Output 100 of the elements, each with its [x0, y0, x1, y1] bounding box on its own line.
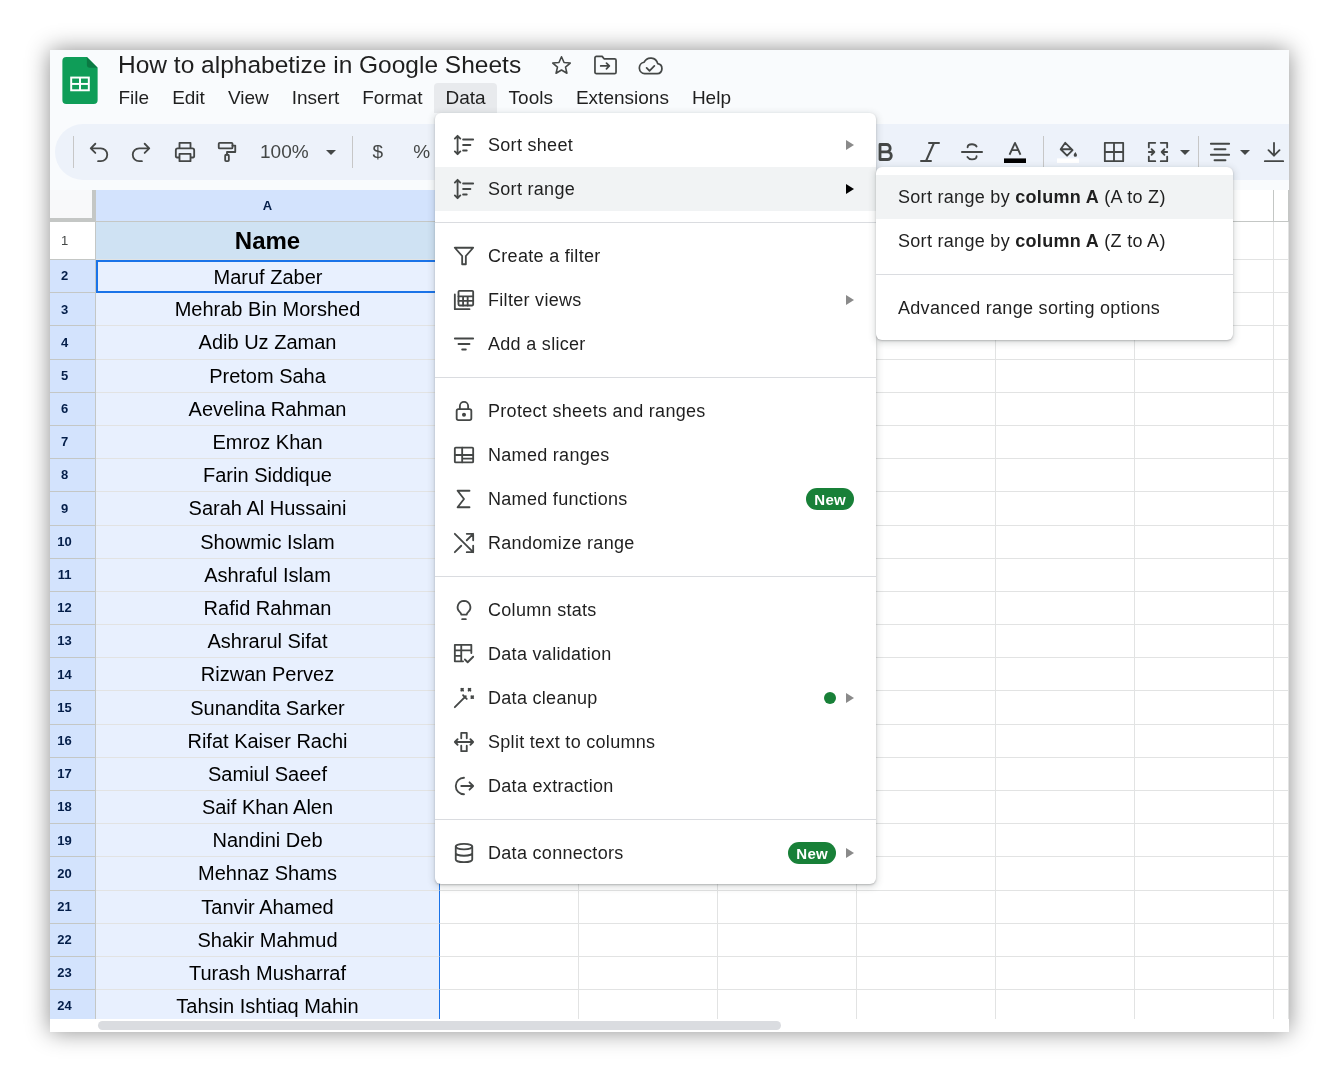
table-cell[interactable]	[996, 558, 1135, 592]
table-cell[interactable]	[1274, 724, 1289, 758]
table-cell[interactable]	[1274, 625, 1289, 659]
table-cell[interactable]	[718, 890, 857, 924]
table-cell[interactable]	[1274, 525, 1289, 559]
table-cell[interactable]	[996, 824, 1135, 858]
menu-item[interactable]: Randomize range	[435, 521, 876, 565]
table-cell[interactable]	[1274, 591, 1289, 626]
menu-bar-item[interactable]: File	[107, 83, 161, 113]
row-header[interactable]: 8	[50, 459, 96, 493]
table-cell[interactable]	[996, 459, 1135, 493]
table-cell[interactable]	[440, 923, 579, 957]
row-header[interactable]: 4	[50, 326, 96, 360]
table-cell[interactable]	[718, 923, 857, 957]
table-cell[interactable]	[996, 392, 1135, 426]
table-cell[interactable]	[996, 525, 1135, 559]
menu-item[interactable]: Advanced range sorting options	[876, 286, 1233, 330]
table-cell[interactable]	[440, 890, 579, 924]
row-header[interactable]: 18	[50, 791, 96, 825]
table-cell[interactable]	[857, 956, 996, 991]
menu-bar-item[interactable]: Help	[680, 83, 743, 113]
align-bottom-icon[interactable]	[1263, 141, 1286, 163]
table-cell[interactable]	[1135, 392, 1274, 426]
row-header[interactable]: 12	[50, 591, 96, 626]
row-header[interactable]: 13	[50, 625, 96, 659]
table-cell[interactable]	[1135, 359, 1274, 393]
table-cell[interactable]	[1135, 658, 1274, 692]
undo-icon[interactable]	[88, 141, 110, 163]
row-header[interactable]: 7	[50, 425, 96, 460]
menu-item[interactable]: Protect sheets and ranges	[435, 389, 876, 433]
table-cell[interactable]	[1135, 425, 1274, 460]
spreadsheet-logo-icon[interactable]	[62, 57, 98, 104]
table-cell[interactable]	[857, 890, 996, 924]
table-cell[interactable]	[1274, 757, 1289, 791]
table-cell[interactable]	[440, 956, 579, 991]
menu-item[interactable]: Sort range	[435, 167, 876, 211]
row-header[interactable]: 21	[50, 890, 96, 924]
row-header[interactable]: 2	[50, 260, 96, 294]
table-cell[interactable]	[579, 956, 718, 991]
table-cell[interactable]	[1274, 890, 1289, 924]
italic-icon[interactable]	[920, 142, 941, 162]
row-header[interactable]: 15	[50, 691, 96, 725]
table-cell[interactable]	[718, 956, 857, 991]
table-cell[interactable]	[996, 658, 1135, 692]
align-center-icon[interactable]	[1209, 141, 1232, 163]
zoom-dropdown[interactable]: 100%	[260, 137, 336, 167]
table-cell[interactable]	[1135, 791, 1274, 825]
document-title[interactable]: How to alphabetize in Google Sheets	[107, 50, 522, 80]
table-cell[interactable]	[1274, 425, 1289, 460]
table-cell[interactable]	[1274, 691, 1289, 725]
table-cell[interactable]	[1274, 293, 1289, 327]
star-icon[interactable]	[551, 54, 573, 76]
table-cell[interactable]	[1135, 591, 1274, 626]
cloud-check-icon[interactable]	[638, 55, 664, 75]
row-header[interactable]: 23	[50, 956, 96, 991]
table-cell[interactable]	[996, 492, 1135, 526]
table-cell[interactable]	[996, 890, 1135, 924]
caret-down-icon[interactable]	[1180, 149, 1191, 155]
table-cell[interactable]	[1274, 558, 1289, 592]
menu-bar-item[interactable]: Extensions	[564, 83, 681, 113]
table-cell[interactable]	[996, 425, 1135, 460]
table-cell[interactable]	[996, 757, 1135, 791]
menu-bar-item[interactable]: Edit	[160, 83, 217, 113]
table-cell[interactable]	[1135, 890, 1274, 924]
table-cell[interactable]	[1274, 956, 1289, 991]
menu-item[interactable]: Named ranges	[435, 433, 876, 477]
redo-icon[interactable]	[130, 141, 152, 163]
row-header[interactable]: 19	[50, 824, 96, 858]
table-cell[interactable]	[1274, 260, 1289, 294]
menu-bar-item[interactable]: Insert	[280, 83, 351, 113]
caret-down-icon[interactable]	[325, 149, 336, 155]
row-header[interactable]: 6	[50, 392, 96, 426]
table-cell[interactable]	[1135, 724, 1274, 758]
paint-roller-icon[interactable]	[216, 141, 238, 163]
table-cell[interactable]	[1274, 492, 1289, 526]
table-cell[interactable]	[579, 923, 718, 957]
row-header[interactable]: 14	[50, 658, 96, 692]
merge-cells-icon[interactable]	[1147, 141, 1170, 163]
row-header[interactable]: 9	[50, 492, 96, 526]
table-cell[interactable]	[996, 724, 1135, 758]
table-cell[interactable]	[1274, 857, 1289, 891]
table-cell[interactable]	[996, 691, 1135, 725]
menu-item[interactable]: Column stats	[435, 588, 876, 632]
table-cell[interactable]	[1135, 525, 1274, 559]
row-header[interactable]: 16	[50, 724, 96, 758]
table-cell[interactable]	[1274, 359, 1289, 393]
menu-bar-item[interactable]: Tools	[497, 83, 565, 113]
currency-format-button[interactable]: $	[372, 137, 384, 167]
table-cell[interactable]	[857, 923, 996, 957]
table-cell[interactable]	[1135, 824, 1274, 858]
row-header[interactable]: 20	[50, 857, 96, 891]
row-header[interactable]: 22	[50, 923, 96, 957]
table-cell[interactable]: Shakir Mahmud	[96, 923, 440, 957]
menu-item[interactable]: Create a filter	[435, 234, 876, 278]
menu-item[interactable]: Named functions New	[435, 477, 876, 521]
select-all-corner[interactable]	[50, 190, 96, 222]
row-header[interactable]: 17	[50, 757, 96, 791]
table-cell[interactable]: Turash Musharraf	[96, 956, 440, 991]
table-cell[interactable]	[996, 591, 1135, 626]
table-cell[interactable]	[1135, 857, 1274, 891]
